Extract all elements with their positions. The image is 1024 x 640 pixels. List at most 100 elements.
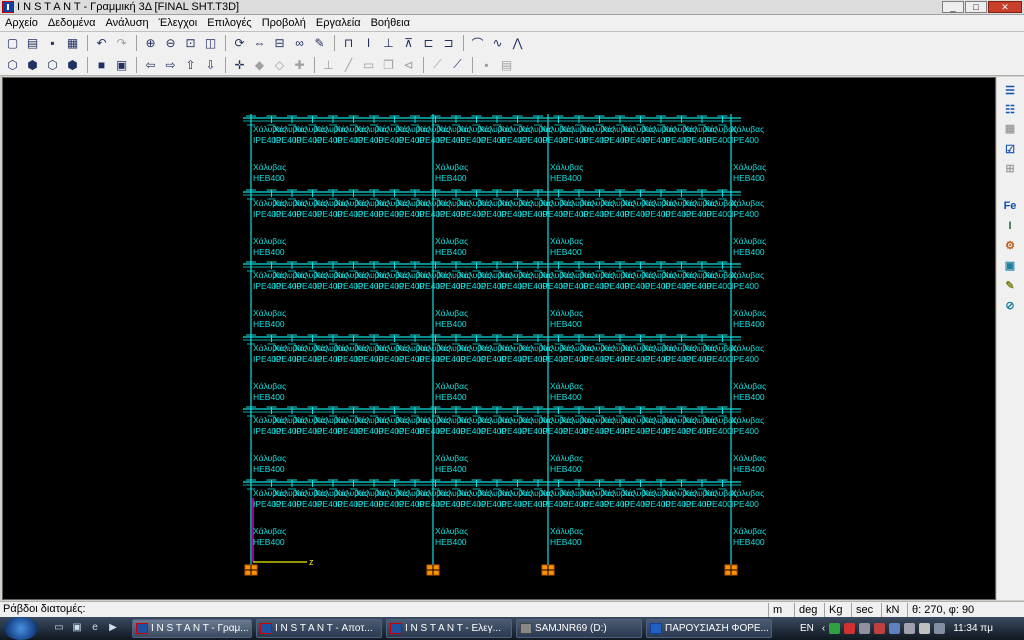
view-side-icon[interactable]: ⬡ [43, 56, 62, 74]
column-section-label: HEB400 [253, 319, 285, 329]
menu-help[interactable]: Βοήθεια [366, 17, 415, 29]
view-3d-icon[interactable]: ⬡ [3, 56, 22, 74]
arrow-down-icon[interactable]: ⇩ [201, 56, 220, 74]
menu-file[interactable]: Αρχείο [0, 17, 43, 29]
switch-windows-icon[interactable]: ▣ [70, 622, 84, 635]
start-button[interactable] [4, 617, 38, 640]
solid-view-icon[interactable]: ■ [92, 56, 111, 74]
node-icon[interactable]: ✛ [230, 56, 249, 74]
arrow-left-icon[interactable]: ⇦ [141, 56, 160, 74]
taskbar-button-instant-results[interactable]: I N S T A N T - Αποτ... [256, 619, 382, 638]
beam-section-label: IPE400 [704, 209, 732, 219]
menu-data[interactable]: Δεδομένα [43, 17, 101, 29]
menu-options[interactable]: Επιλογές [202, 17, 257, 29]
antivirus-icon[interactable] [829, 623, 841, 634]
arrow-right-icon[interactable]: ⇨ [161, 56, 180, 74]
new-file-icon[interactable]: ▢ [3, 34, 22, 52]
split-icon[interactable]: ⟋ [428, 56, 447, 74]
plate-section-icon[interactable]: ▣ [1001, 258, 1019, 275]
bluetooth-icon[interactable] [889, 623, 901, 634]
mirror-icon[interactable]: ⊲ [399, 56, 418, 74]
taskbar-button-instant-checks[interactable]: I N S T A N T - Ελεγ... [386, 619, 512, 638]
close-button[interactable]: ✕ [988, 1, 1022, 13]
device-icon[interactable] [904, 623, 916, 634]
deformed-shape-icon[interactable]: ⌒ [468, 34, 487, 52]
table-icon[interactable]: ▦ [1001, 121, 1019, 138]
bolt-icon[interactable]: ⊘ [1001, 298, 1019, 315]
column-section-label: HEB400 [435, 464, 467, 474]
column-section-label: HEB400 [253, 464, 285, 474]
list-icon[interactable]: ☷ [1001, 102, 1019, 119]
taskbar-button-instant-linear[interactable]: I N S T A N T - Γραμ... [132, 619, 252, 638]
load-icon[interactable]: ⊥ [379, 34, 398, 52]
save-view-icon[interactable]: ▪ [477, 56, 496, 74]
load-view-icon[interactable]: ▤ [497, 56, 516, 74]
rotate-view-icon[interactable]: ⟳ [230, 34, 249, 52]
media-player-icon[interactable]: ▶ [106, 622, 120, 635]
network-icon[interactable] [859, 623, 871, 634]
browser-icon[interactable]: e [88, 622, 102, 635]
maximize-button[interactable]: □ [965, 1, 987, 13]
tray-expand-icon[interactable]: ‹ [822, 623, 825, 634]
check-icon[interactable]: ☑ [1001, 142, 1019, 159]
dimension-icon[interactable]: ⊥ [319, 56, 338, 74]
language-indicator[interactable]: EN [800, 623, 814, 634]
column-section-label: HEB400 [733, 173, 765, 183]
pencil-icon[interactable]: ✎ [310, 34, 329, 52]
plate-icon[interactable]: ◇ [270, 56, 289, 74]
edit-section-icon[interactable]: ✎ [1001, 278, 1019, 295]
volume-icon[interactable] [934, 623, 946, 634]
taskbar-button-document[interactable]: ΠΑΡΟΥΣΙΑΣΗ ΦΟΡΕ... [646, 619, 772, 638]
connection-icon[interactable]: ⚙ [1001, 238, 1019, 255]
member-icon[interactable]: ⊏ [419, 34, 438, 52]
grid-icon[interactable]: ⊞ [1001, 161, 1019, 178]
undo-icon[interactable]: ↶ [92, 34, 111, 52]
zoom-in-icon[interactable]: ⊕ [141, 34, 160, 52]
drawing-canvas[interactable]: Χάλυβας IPE400 Χάλυβας IPE400 Χάλυβας IPE400 Χ… [2, 77, 996, 600]
menu-view[interactable]: Προβολή [257, 17, 311, 29]
line-icon[interactable]: ╱ [339, 56, 358, 74]
copy-icon[interactable]: ❐ [379, 56, 398, 74]
zoom-out-icon[interactable]: ⊖ [161, 34, 180, 52]
zoom-extents-icon[interactable]: ⊡ [181, 34, 200, 52]
menu-checks[interactable]: Έλεγχοι [154, 17, 203, 29]
open-folder-icon[interactable]: ▤ [23, 34, 42, 52]
app-icon[interactable] [2, 1, 14, 13]
save-icon[interactable]: ▪ [43, 34, 62, 52]
print-icon[interactable]: ▦ [63, 34, 82, 52]
column-material-label: Χάλυβας [253, 236, 286, 246]
i-section-icon[interactable]: Ι [1001, 218, 1019, 235]
security-icon[interactable] [874, 623, 886, 634]
menu-tools[interactable]: Εργαλεία [311, 17, 366, 29]
arrow-up-icon[interactable]: ⇧ [181, 56, 200, 74]
support-icon[interactable]: ⊼ [399, 34, 418, 52]
pan-view-icon[interactable]: ⇔ [250, 34, 269, 52]
zoom-window-icon[interactable]: ◫ [201, 34, 220, 52]
media-icon[interactable] [844, 623, 856, 634]
view-front-icon[interactable]: ⬢ [23, 56, 42, 74]
taskbar-button-drive[interactable]: SAMJNR69 (D:) [516, 619, 642, 638]
rectangle-icon[interactable]: ▭ [359, 56, 378, 74]
battery-icon[interactable] [919, 623, 931, 634]
diagram-icon[interactable]: ∿ [488, 34, 507, 52]
results-icon[interactable]: ⋀ [508, 34, 527, 52]
add-icon[interactable]: ✚ [290, 56, 309, 74]
minimize-button[interactable]: _ [942, 1, 964, 13]
filter-view-icon[interactable]: ▣ [112, 56, 131, 74]
release-icon[interactable]: ⊐ [439, 34, 458, 52]
view-top-icon[interactable]: ⬢ [63, 56, 82, 74]
steel-fe-icon[interactable]: Fe [1001, 198, 1019, 215]
redo-icon[interactable]: ↷ [112, 34, 131, 52]
binoculars-icon[interactable]: ∞ [290, 34, 309, 52]
instant-app-icon [136, 623, 148, 634]
surface-icon[interactable]: ◆ [250, 56, 269, 74]
section-edit-icon[interactable]: ⊓ [339, 34, 358, 52]
properties-icon[interactable]: ☰ [1001, 83, 1019, 100]
show-desktop-icon[interactable]: ▭ [52, 622, 66, 635]
draw-member-icon[interactable]: ⟋ [448, 56, 467, 74]
beam-section-icon[interactable]: Ι [359, 34, 378, 52]
clock[interactable]: 11:34 πμ [953, 623, 993, 634]
menu-analysis[interactable]: Ανάλυση [100, 17, 153, 29]
measure-icon[interactable]: ⊟ [270, 34, 289, 52]
window-title: I N S T A N T - Γραμμική 3Δ [FINAL SHT.T… [17, 1, 240, 13]
